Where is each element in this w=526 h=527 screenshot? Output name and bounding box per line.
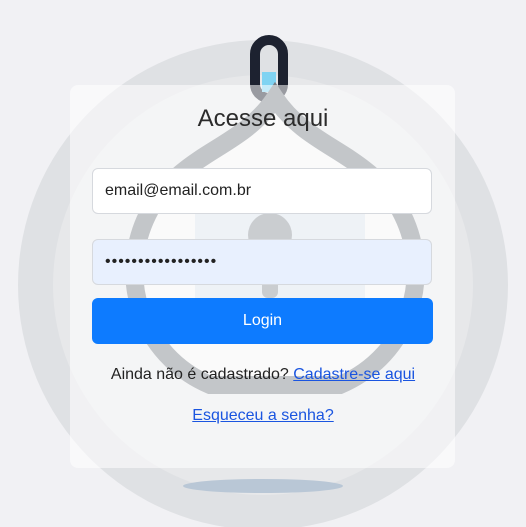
email-field[interactable]: [92, 168, 432, 214]
forgot-password-line: Esqueceu a senha?: [0, 407, 526, 425]
signup-prompt-line: Ainda não é cadastrado? Cadastre-se aqui: [0, 366, 526, 384]
password-field[interactable]: [92, 239, 432, 285]
login-button[interactable]: Login: [92, 298, 433, 344]
login-page: Acesse aqui Login Ainda não é cadastrado…: [0, 0, 526, 527]
signup-prompt-text: Ainda não é cadastrado?: [110, 366, 294, 383]
lock-shadow: [183, 479, 343, 493]
signup-link[interactable]: Cadastre-se aqui: [293, 366, 415, 383]
page-title: Acesse aqui: [197, 105, 329, 132]
forgot-password-link[interactable]: Esqueceu a senha?: [192, 407, 333, 424]
